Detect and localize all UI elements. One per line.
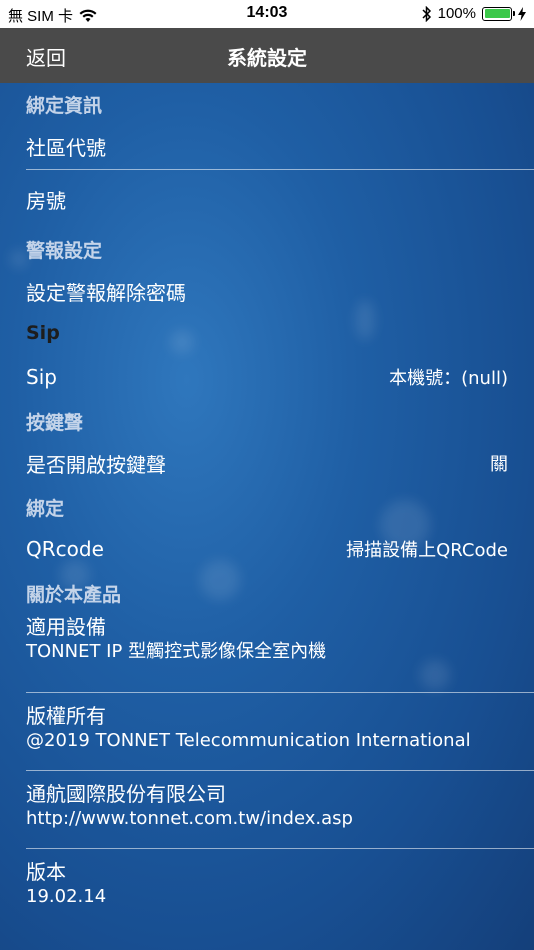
section-header-keytone: 按鍵聲 [26,412,84,434]
row-sip[interactable]: Sip 本機號：(null) [0,354,534,400]
row-keytone-toggle[interactable]: 是否開啟按鍵聲 關 [0,440,534,486]
status-bar: 無 SIM 卡 14:03 100% [0,0,534,28]
about-item-title: 通航國際股份有限公司 [26,782,226,806]
about-item-detail: @2019 TONNET Telecommunication Internati… [26,730,471,751]
row-alarm-password[interactable]: 設定警報解除密碼 [0,268,534,314]
row-room-number[interactable]: 房號 [0,170,534,228]
row-value: 關 [490,454,508,475]
row-title: 房號 [26,188,66,213]
settings-list: 綁定資訊 社區代號 房號 警報設定 設定警報解除密碼 Sip Sip 本機號：(… [0,83,534,926]
section-header-bind: 綁定 [26,498,65,520]
row-community-code[interactable]: 社區代號 [0,123,534,169]
section-header-about: 關於本產品 [26,584,122,606]
about-item-version: 版本 19.02.14 [0,849,534,926]
about-item-link[interactable]: http://www.tonnet.com.tw/index.asp [26,807,534,831]
row-title: Sip [26,365,57,389]
battery-fill [484,9,510,18]
row-title: 社區代號 [26,135,106,160]
row-title: 是否開啟按鍵聲 [26,452,166,477]
battery-percent: 100% [437,5,476,22]
about-item-device: 適用設備 TONNET IP 型觸控式影像保全室內機 [0,612,534,692]
about-item-company: 通航國際股份有限公司 http://www.tonnet.com.tw/inde… [0,771,534,848]
bluetooth-icon [422,5,431,22]
section-header-binding-info: 綁定資訊 [26,95,103,117]
section-header-alarm: 警報設定 [26,240,103,262]
back-button[interactable]: 返回 [26,42,66,71]
row-qrcode[interactable]: QRcode 掃描設備上QRCode [0,526,534,572]
about-item-detail: TONNET IP 型觸控式影像保全室內機 [26,641,327,662]
status-right: 100% [422,5,526,22]
about-item-title: 版權所有 [26,704,106,728]
section-header-sip: Sip [26,322,60,344]
page-title: 系統設定 [227,46,307,70]
row-title: 設定警報解除密碼 [26,280,186,305]
about-item-detail: 19.02.14 [26,886,107,907]
about-item-title: 適用設備 [26,615,106,639]
charging-bolt-icon [518,6,526,21]
row-value: 本機號：(null) [389,368,508,389]
battery-icon [482,6,515,21]
about-item-copyright: 版權所有 @2019 TONNET Telecommunication Inte… [0,693,534,770]
row-title: QRcode [26,537,104,561]
about-item-title: 版本 [26,860,66,884]
row-value: 掃描設備上QRCode [346,540,508,561]
navigation-bar: 返回 系統設定 [0,28,534,83]
